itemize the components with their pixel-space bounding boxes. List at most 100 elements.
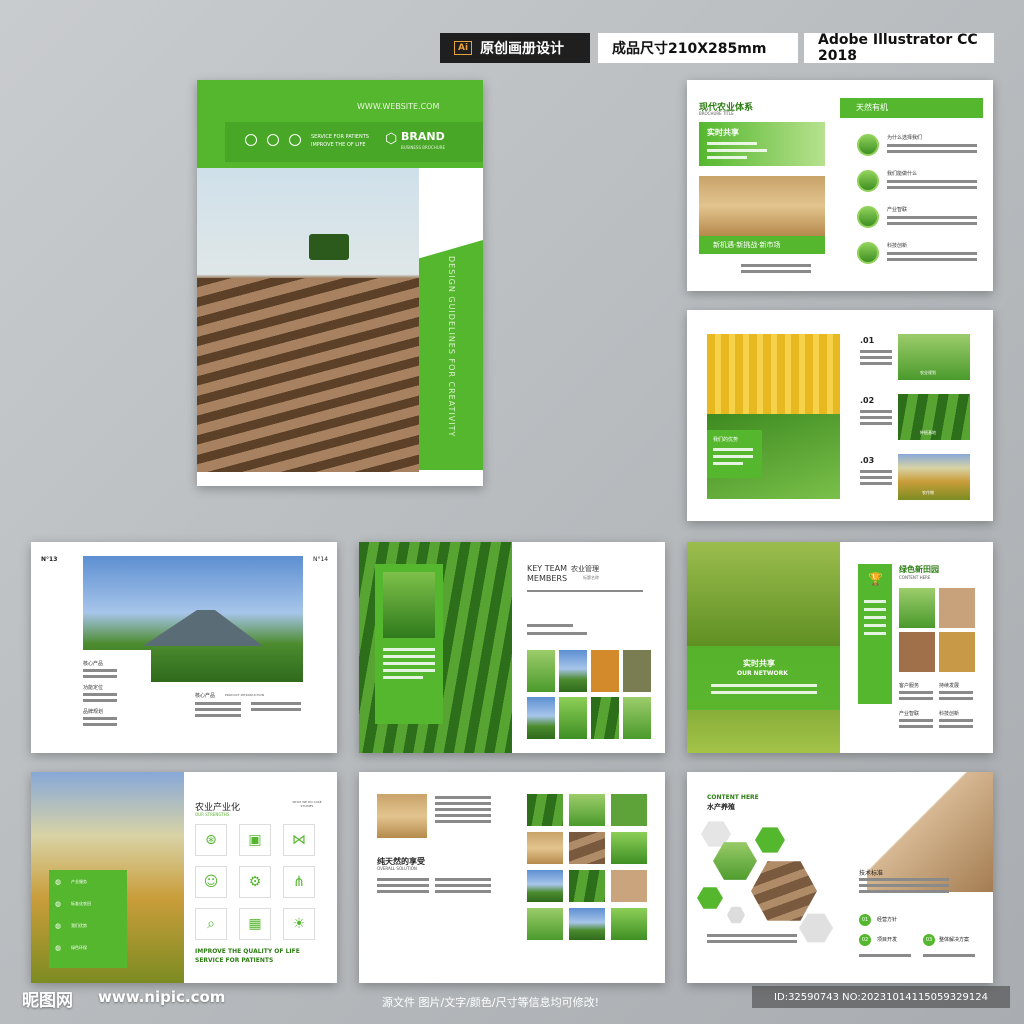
text-line: [939, 697, 973, 700]
network-icon: ⋈: [283, 824, 315, 856]
chip-icon: ▣: [239, 824, 271, 856]
text-line: [859, 954, 911, 957]
spread8-o3: 03: [923, 934, 935, 946]
chart-icon: ◍: [55, 878, 62, 886]
spread4-green-panel: [375, 564, 443, 724]
tractor-shape: [309, 234, 349, 260]
spread3-no-right: N°14: [313, 556, 329, 563]
text-line: [860, 416, 892, 419]
org-chart-icon: ⋔: [283, 866, 315, 898]
thumb-circle: [857, 242, 879, 264]
text-line: [707, 142, 757, 145]
grid-photo: [611, 908, 647, 940]
check-icon: ◍: [55, 900, 62, 908]
spread5-c1: 客户服务: [899, 683, 920, 689]
text-line: [377, 878, 429, 881]
mountain-shape: [143, 610, 263, 646]
grid-photo: [559, 697, 587, 739]
spread5-green-strip: 🏆: [858, 564, 892, 704]
spread5-share-band: 实时共享 OUR NETWORK: [687, 646, 840, 710]
person-icon: ☺: [195, 866, 227, 898]
grid-photo: [527, 650, 555, 692]
grid-photo: [527, 697, 555, 739]
grid-photo: [611, 870, 647, 902]
spread8-o1: 01: [859, 914, 871, 926]
text-line: [435, 890, 491, 893]
text-line: [83, 675, 117, 678]
footer-note: 源文件 图片/文字/颜色/尺寸等信息均可修改!: [382, 996, 600, 1009]
spread2-badge-text: 我们的优势: [713, 437, 739, 443]
corner-photo: [867, 772, 993, 892]
spread8-tech: 技术标准: [859, 870, 884, 877]
spread5-c3: 产业智联: [899, 711, 920, 717]
grid-photo: [559, 650, 587, 692]
spread3-l3: 品牌规划: [83, 709, 104, 715]
spread4-key1: KEY TEAM: [527, 564, 568, 573]
text-line: [435, 814, 491, 817]
spread1-share: 实时共享: [707, 128, 739, 137]
text-line: [860, 410, 892, 413]
text-line: [383, 676, 423, 679]
text-line: [741, 270, 811, 273]
grid-photo: [591, 650, 619, 692]
cover-brand-sub: BUSINESS BROCHURE: [401, 145, 445, 150]
spread6-right-tag: WHAT WE DO CASE STUDIES: [292, 800, 322, 808]
spread4-key2: MEMBERS: [527, 574, 568, 583]
spread6-bottom2: SERVICE FOR PATIENTS: [195, 957, 274, 964]
text-line: [251, 702, 301, 705]
text-line: [713, 455, 753, 458]
spread5-share: 实时共享: [743, 659, 775, 668]
text-line: [864, 632, 886, 635]
text-line: [887, 180, 977, 183]
settings-icon: ⚙: [239, 866, 271, 898]
text-line: [711, 684, 817, 687]
text-line: [860, 422, 892, 425]
text-line: [864, 608, 886, 611]
text-line: [939, 719, 973, 722]
field-rows: [197, 278, 419, 472]
text-line: [83, 693, 117, 696]
harvest-photo: [377, 794, 427, 838]
cover-vertical-text: DESIGN GUIDELINES FOR CREATIVITY: [447, 256, 456, 438]
text-line: [887, 150, 977, 153]
spread-corn: 我们的优势 .01 农业规划 .02 种植基地 .03 农作物: [687, 310, 993, 521]
text-line: [435, 820, 491, 823]
text-line: [707, 934, 797, 937]
text-line: [83, 699, 117, 702]
hexagon-logo-icon: ⬡: [385, 131, 398, 147]
text-line: [527, 632, 587, 635]
list-item-label: 科技创新: [887, 243, 908, 249]
software-tag: Adobe Illustrator CC 2018: [804, 32, 994, 64]
text-line: [83, 669, 117, 672]
grid-photo: [569, 908, 605, 940]
file-type-tag: Ai 原创画册设计: [440, 33, 590, 63]
spread-natural: 纯天然的享受 OVERALL SOLUTION: [359, 772, 665, 983]
text-line: [377, 890, 429, 893]
spread5-share-en: OUR NETWORK: [737, 670, 788, 677]
grid-photo: [569, 870, 605, 902]
grid-photo: [623, 650, 651, 692]
list-item-label: 我们能做什么: [887, 171, 918, 177]
tag-label: Adobe Illustrator CC 2018: [818, 32, 978, 64]
grid-photo: [623, 697, 651, 739]
text-line: [860, 476, 892, 479]
text-line: [195, 702, 241, 705]
spread-modern-agri: 现代农业体系 BROCHURE TITLE 实时共享 新机遇·新挑战·新市场 天…: [687, 80, 993, 291]
spread3-r1: 核心产品: [195, 693, 216, 699]
cover-service: SERVICE FOR PATIENTS: [311, 134, 369, 140]
thumb-caption: 农业规划: [920, 370, 936, 375]
cover-brand: BRAND: [401, 130, 445, 143]
text-line: [707, 156, 747, 159]
spread5-c2: 持续发展: [939, 683, 960, 689]
text-line: [887, 252, 977, 255]
text-line: [864, 624, 886, 627]
text-line: [527, 590, 643, 592]
text-line: [923, 954, 975, 957]
hexagon-shape: [755, 827, 785, 853]
star-icon: ◍: [55, 922, 62, 930]
thumb-photo-3: 农作物: [898, 454, 970, 500]
grid-photo: [527, 794, 563, 826]
spread5-title-en: CONTENT HERE: [899, 575, 931, 580]
cover-photo-field: [197, 168, 419, 472]
thumb-circle: [857, 206, 879, 228]
